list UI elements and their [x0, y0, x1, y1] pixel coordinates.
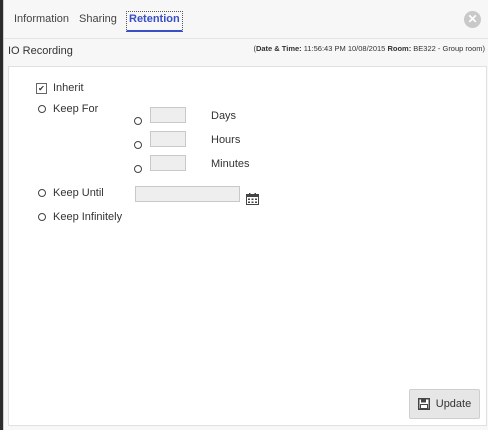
keep-infinitely-radio[interactable]	[38, 213, 46, 221]
record-title: IO Recording	[8, 45, 73, 57]
keep-infinitely-option: Keep Infinitely	[38, 211, 122, 223]
minutes-label: Minutes	[211, 158, 250, 170]
days-input[interactable]	[150, 107, 186, 123]
retention-panel: ✔ Inherit Keep For Days Hours Minutes Ke…	[8, 66, 487, 426]
keep-for-label: Keep For	[53, 103, 99, 115]
hours-input[interactable]	[150, 131, 186, 147]
keep-until-radio[interactable]	[38, 189, 46, 197]
inherit-option: ✔ Inherit	[36, 82, 84, 94]
days-label: Days	[211, 110, 237, 122]
tab-information[interactable]: Information	[14, 13, 69, 25]
keep-until-option: Keep Until	[38, 187, 104, 199]
minutes-input[interactable]	[150, 155, 186, 171]
days-radio[interactable]	[134, 117, 142, 125]
inherit-label: Inherit	[53, 82, 84, 94]
calendar-icon[interactable]	[246, 193, 259, 205]
tab-sharing[interactable]: Sharing	[79, 13, 117, 25]
keep-for-radio[interactable]	[38, 105, 46, 113]
save-icon	[417, 398, 430, 410]
retention-dialog: Information Sharing Retention ✕ IO Recor…	[3, 0, 488, 430]
minutes-radio[interactable]	[134, 165, 142, 173]
tab-bar: Information Sharing Retention ✕	[4, 0, 488, 39]
keep-until-label: Keep Until	[53, 187, 104, 199]
hours-radio[interactable]	[134, 141, 142, 149]
update-label: Update	[435, 398, 472, 410]
inherit-checkbox[interactable]: ✔	[36, 82, 47, 94]
record-meta: (Date & Time: 11:56:43 PM 10/08/2015 Roo…	[253, 44, 485, 53]
keep-until-date-input[interactable]	[135, 186, 240, 202]
hours-label: Hours	[211, 134, 241, 146]
update-button[interactable]: Update	[409, 389, 480, 419]
keep-infinitely-label: Keep Infinitely	[53, 211, 123, 223]
tab-retention[interactable]: Retention	[126, 11, 183, 32]
close-icon[interactable]: ✕	[464, 11, 481, 28]
keep-for-option: Keep For	[38, 103, 98, 115]
